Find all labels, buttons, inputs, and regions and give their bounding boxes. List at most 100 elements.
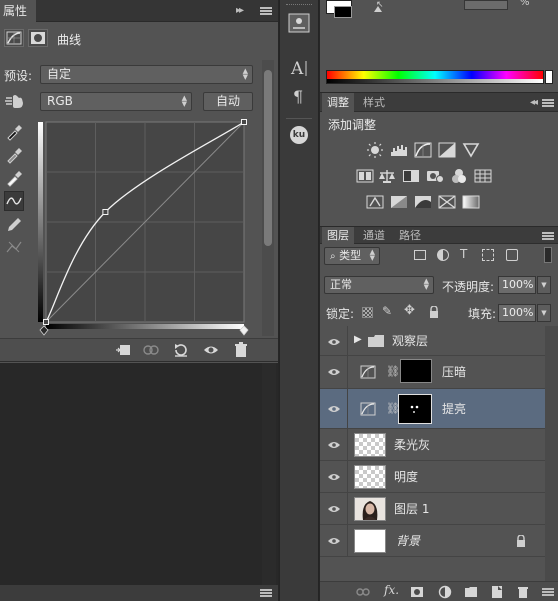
white-point-eyedropper-icon[interactable] xyxy=(4,168,24,188)
tab-adjustments[interactable]: 调整 xyxy=(322,93,354,112)
layer-row-background[interactable]: 背景 xyxy=(320,525,545,557)
exposure-icon[interactable] xyxy=(438,142,456,158)
filter-toggle[interactable] xyxy=(544,247,552,263)
new-adjustment-layer-icon[interactable] xyxy=(438,585,452,599)
lower-panel-scrollbar[interactable] xyxy=(262,363,276,585)
delete-layer-trash-icon[interactable] xyxy=(516,585,530,599)
trash-icon[interactable] xyxy=(232,341,250,359)
channel-dropdown[interactable]: RGB ▲ ▼ xyxy=(40,92,192,111)
new-layer-icon[interactable] xyxy=(490,585,504,599)
layer-row-group[interactable]: ▶ 观察层 xyxy=(320,326,545,356)
info-panel-icon[interactable] xyxy=(287,12,311,36)
curve-control-point[interactable] xyxy=(102,209,109,215)
panel-menu-icon[interactable] xyxy=(260,7,272,15)
visibility-toggle[interactable] xyxy=(320,493,348,524)
brightness-contrast-icon[interactable] xyxy=(366,142,384,158)
collapse-arrows-icon[interactable]: ◂◂ xyxy=(530,97,538,108)
filter-type-icon[interactable]: T xyxy=(460,247,467,261)
visibility-toggle[interactable] xyxy=(320,389,348,428)
filter-smart-object-icon[interactable] xyxy=(506,249,518,261)
adjustments-menu-icon[interactable] xyxy=(542,99,554,107)
visibility-toggle[interactable] xyxy=(320,356,348,388)
color-value-field[interactable] xyxy=(464,0,508,10)
hue-saturation-icon[interactable] xyxy=(356,168,374,184)
auto-button[interactable]: 自动 xyxy=(203,92,253,111)
view-previous-state-icon[interactable] xyxy=(142,341,160,359)
mask-icon[interactable] xyxy=(28,29,48,47)
dock-grip[interactable] xyxy=(286,4,312,7)
color-lookup-icon[interactable] xyxy=(474,168,492,184)
photo-filter-icon[interactable] xyxy=(426,168,444,184)
visibility-toggle[interactable] xyxy=(320,326,348,355)
fill-dropdown-arrow-icon[interactable]: ▼ xyxy=(537,304,551,322)
layer-row-soft-light-gray[interactable]: 柔光灰 xyxy=(320,429,545,461)
vibrance-icon[interactable] xyxy=(462,142,480,158)
group-expand-arrow-icon[interactable]: ▶ xyxy=(354,334,362,345)
layer-row-layer-1[interactable]: 图层 1 xyxy=(320,493,545,525)
tab-layers[interactable]: 图层 xyxy=(322,227,354,244)
layers-menu-icon[interactable] xyxy=(542,232,554,240)
paragraph-panel-icon[interactable]: ¶ xyxy=(287,84,311,108)
invert-icon[interactable] xyxy=(366,194,384,210)
layer-filter-dropdown[interactable]: ⌕ 类型 ▲ ▼ xyxy=(324,247,380,265)
collapse-arrows-icon[interactable]: ▸▸ xyxy=(236,5,244,16)
draw-curve-pencil-icon[interactable] xyxy=(4,214,24,234)
visibility-eye-icon[interactable] xyxy=(202,341,220,359)
preset-dropdown[interactable]: 自定 ▲ ▼ xyxy=(40,65,253,84)
targeted-adjust-hand-icon[interactable] xyxy=(4,92,26,110)
white-swatch[interactable] xyxy=(545,70,553,84)
color-spectrum-bar[interactable] xyxy=(326,70,544,84)
layers-footer-menu-icon[interactable] xyxy=(542,588,554,596)
color-balance-icon[interactable] xyxy=(378,168,396,184)
selective-color-icon[interactable] xyxy=(438,194,456,210)
tab-channels[interactable]: 通道 xyxy=(358,227,390,244)
properties-scrollbar-thumb[interactable] xyxy=(264,70,272,246)
reset-icon[interactable] xyxy=(172,341,190,359)
edit-points-curve-icon[interactable] xyxy=(4,191,24,211)
background-color-swatch[interactable] xyxy=(334,6,352,18)
curve-control-point[interactable] xyxy=(43,319,49,325)
lock-position-move-icon[interactable]: ✥ xyxy=(404,303,415,318)
levels-icon[interactable] xyxy=(390,142,408,158)
new-group-folder-icon[interactable] xyxy=(464,585,478,599)
filter-adjustment-icon[interactable] xyxy=(437,249,449,261)
character-panel-icon[interactable]: A xyxy=(287,56,311,80)
layer-mask-thumbnail[interactable] xyxy=(400,359,432,383)
gray-point-eyedropper-icon[interactable] xyxy=(4,145,24,165)
lower-panel-menu-icon[interactable] xyxy=(260,589,272,597)
opacity-field[interactable]: 100% xyxy=(498,276,536,294)
channel-mixer-icon[interactable] xyxy=(450,168,468,184)
filter-shape-icon[interactable] xyxy=(482,249,494,261)
visibility-toggle[interactable] xyxy=(320,461,348,492)
curves-icon[interactable] xyxy=(414,142,432,158)
black-white-icon[interactable] xyxy=(402,168,420,184)
curves-graph[interactable] xyxy=(38,118,252,336)
smooth-curve-icon[interactable] xyxy=(4,237,24,257)
curve-control-point[interactable] xyxy=(241,119,247,125)
layer-mask-thumbnail[interactable] xyxy=(398,394,432,424)
layer-row-curves-darken[interactable]: ⛓ 压暗 xyxy=(320,356,545,389)
link-layers-icon[interactable] xyxy=(356,585,370,599)
lock-image-brush-icon[interactable]: ✎ xyxy=(382,304,392,318)
mask-link-icon[interactable]: ⛓ xyxy=(386,365,400,378)
add-mask-icon[interactable] xyxy=(410,585,424,599)
tab-properties[interactable]: 属性 xyxy=(0,0,36,22)
tab-styles[interactable]: 样式 xyxy=(358,93,390,112)
black-point-eyedropper-icon[interactable] xyxy=(4,122,24,142)
ku-plugin-icon[interactable]: ku xyxy=(290,126,308,144)
visibility-toggle[interactable] xyxy=(320,429,348,460)
layer-style-fx-icon[interactable]: fx. xyxy=(384,583,399,597)
lock-all-icon[interactable] xyxy=(429,306,439,318)
tab-paths[interactable]: 路径 xyxy=(394,227,426,244)
visibility-toggle[interactable] xyxy=(320,525,348,556)
clip-to-layer-icon[interactable] xyxy=(114,341,132,359)
filter-pixel-icon[interactable] xyxy=(414,250,426,260)
gradient-map-icon[interactable] xyxy=(462,194,480,210)
opacity-dropdown-arrow-icon[interactable]: ▼ xyxy=(537,276,551,294)
posterize-icon[interactable] xyxy=(390,194,408,210)
threshold-icon[interactable] xyxy=(414,194,432,210)
layers-scrollbar[interactable] xyxy=(545,326,558,581)
blend-mode-dropdown[interactable]: 正常 ▲ ▼ xyxy=(324,276,434,294)
lock-transparent-icon[interactable] xyxy=(362,307,373,318)
layer-row-curves-brighten[interactable]: ⛓ 提亮 xyxy=(320,389,545,429)
